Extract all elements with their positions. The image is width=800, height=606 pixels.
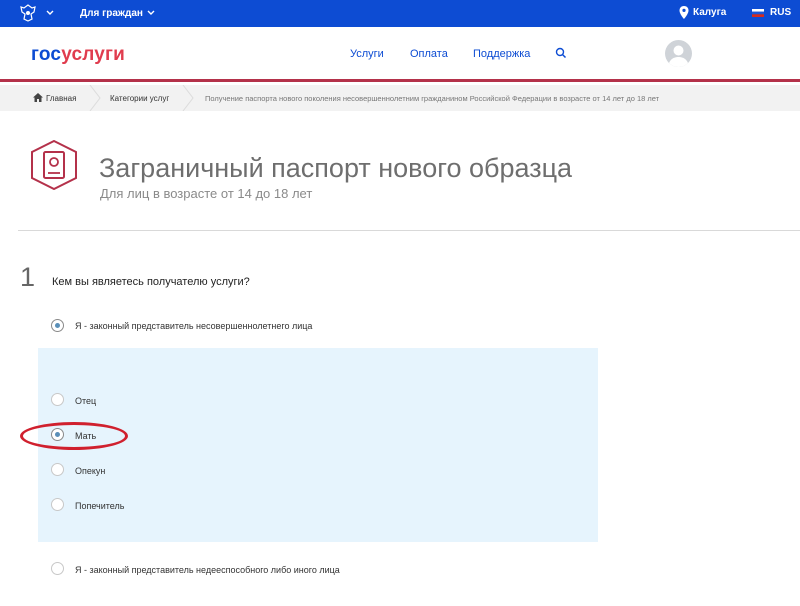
passport-icon bbox=[31, 140, 77, 190]
radio-guardian[interactable] bbox=[51, 463, 64, 476]
breadcrumb: Главная Категории услуг Получение паспор… bbox=[0, 85, 800, 111]
breadcrumb-home[interactable]: Главная bbox=[46, 94, 76, 103]
breadcrumb-separator bbox=[89, 85, 101, 111]
annotation-ellipse bbox=[20, 422, 128, 450]
chevron-down-icon[interactable] bbox=[45, 8, 55, 18]
radio-father[interactable] bbox=[51, 393, 64, 406]
nav-services[interactable]: Услуги bbox=[350, 48, 384, 60]
user-silhouette-icon bbox=[668, 45, 689, 67]
sub-options-panel bbox=[38, 348, 598, 542]
divider bbox=[18, 230, 800, 231]
option-label[interactable]: Попечитель bbox=[75, 501, 124, 511]
chevron-down-icon[interactable] bbox=[146, 8, 156, 18]
radio-incapacitated-representative[interactable] bbox=[51, 562, 64, 575]
gosuslugi-logo[interactable]: госуслуги bbox=[31, 44, 125, 66]
nav-payment[interactable]: Оплата bbox=[410, 48, 448, 60]
search-icon[interactable] bbox=[555, 47, 567, 59]
location-pin-icon bbox=[679, 6, 689, 19]
breadcrumb-current: Получение паспорта нового поколения несо… bbox=[205, 94, 660, 103]
logo-part-gos: гос bbox=[31, 44, 62, 65]
user-avatar[interactable] bbox=[665, 40, 692, 67]
citizens-menu[interactable]: Для граждан bbox=[80, 8, 143, 19]
city-selector[interactable]: Калуга bbox=[693, 7, 726, 18]
option-label[interactable]: Опекун bbox=[75, 466, 105, 476]
home-icon[interactable] bbox=[33, 93, 43, 102]
page-subtitle: Для лиц в возрасте от 14 до 18 лет bbox=[100, 186, 313, 201]
breadcrumb-categories[interactable]: Категории услуг bbox=[110, 94, 169, 103]
radio-trustee[interactable] bbox=[51, 498, 64, 511]
nav-support[interactable]: Поддержка bbox=[473, 48, 530, 60]
coat-of-arms-icon[interactable] bbox=[18, 3, 38, 23]
russia-flag-icon bbox=[752, 9, 764, 17]
radio-minor-representative[interactable] bbox=[51, 319, 64, 332]
page-title: Заграничный паспорт нового образца bbox=[99, 153, 573, 183]
top-bar: Для граждан Калуга RUS bbox=[0, 0, 800, 27]
option-label[interactable]: Я - законный представитель недееспособно… bbox=[75, 565, 340, 575]
breadcrumb-separator bbox=[182, 85, 194, 111]
option-label[interactable]: Я - законный представитель несовершеннол… bbox=[75, 321, 312, 331]
step-number: 1 bbox=[20, 262, 36, 292]
site-header: госуслуги Услуги Оплата Поддержка bbox=[0, 27, 800, 82]
option-label[interactable]: Отец bbox=[75, 396, 96, 406]
logo-part-uslugi: услуги bbox=[61, 44, 126, 65]
question-text: Кем вы являетесь получателю услуги? bbox=[52, 276, 250, 288]
language-selector[interactable]: RUS bbox=[770, 7, 791, 18]
